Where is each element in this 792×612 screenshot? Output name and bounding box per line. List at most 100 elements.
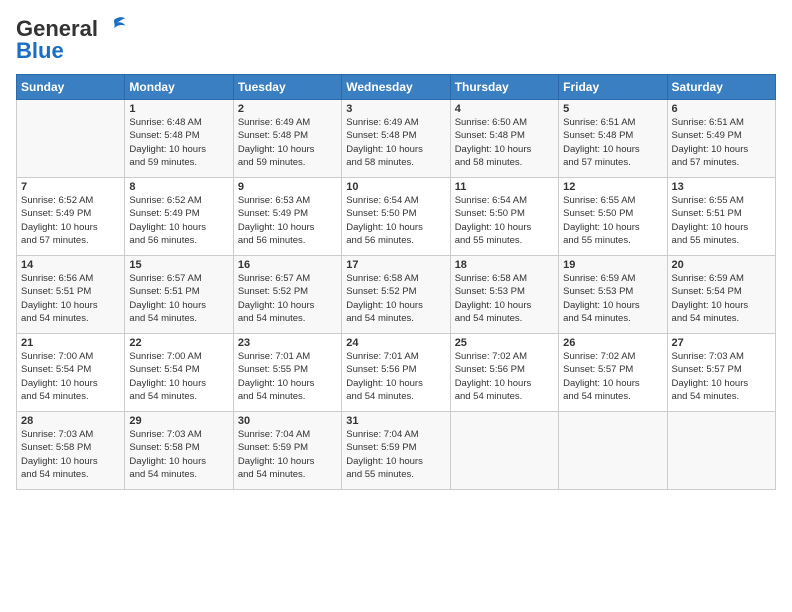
day-info: Sunrise: 7:03 AM Sunset: 5:58 PM Dayligh…	[21, 428, 120, 481]
day-number: 21	[21, 337, 120, 349]
day-cell: 22Sunrise: 7:00 AM Sunset: 5:54 PM Dayli…	[125, 334, 233, 412]
day-number: 6	[672, 103, 771, 115]
day-info: Sunrise: 7:04 AM Sunset: 5:59 PM Dayligh…	[238, 428, 337, 481]
day-info: Sunrise: 6:48 AM Sunset: 5:48 PM Dayligh…	[129, 116, 228, 169]
calendar-table: SundayMondayTuesdayWednesdayThursdayFrid…	[16, 74, 776, 490]
day-info: Sunrise: 6:59 AM Sunset: 5:53 PM Dayligh…	[563, 272, 662, 325]
day-info: Sunrise: 6:54 AM Sunset: 5:50 PM Dayligh…	[455, 194, 554, 247]
day-cell: 23Sunrise: 7:01 AM Sunset: 5:55 PM Dayli…	[233, 334, 341, 412]
day-info: Sunrise: 7:01 AM Sunset: 5:55 PM Dayligh…	[238, 350, 337, 403]
logo-bird-icon	[100, 13, 128, 41]
day-cell: 3Sunrise: 6:49 AM Sunset: 5:48 PM Daylig…	[342, 100, 450, 178]
day-cell: 28Sunrise: 7:03 AM Sunset: 5:58 PM Dayli…	[17, 412, 125, 490]
day-info: Sunrise: 6:51 AM Sunset: 5:49 PM Dayligh…	[672, 116, 771, 169]
header: General Blue	[16, 16, 776, 64]
day-info: Sunrise: 6:57 AM Sunset: 5:52 PM Dayligh…	[238, 272, 337, 325]
day-number: 28	[21, 415, 120, 427]
day-cell: 1Sunrise: 6:48 AM Sunset: 5:48 PM Daylig…	[125, 100, 233, 178]
day-number: 13	[672, 181, 771, 193]
day-info: Sunrise: 6:54 AM Sunset: 5:50 PM Dayligh…	[346, 194, 445, 247]
day-info: Sunrise: 6:58 AM Sunset: 5:53 PM Dayligh…	[455, 272, 554, 325]
day-cell: 26Sunrise: 7:02 AM Sunset: 5:57 PM Dayli…	[559, 334, 667, 412]
day-cell	[667, 412, 775, 490]
day-cell: 12Sunrise: 6:55 AM Sunset: 5:50 PM Dayli…	[559, 178, 667, 256]
day-cell: 8Sunrise: 6:52 AM Sunset: 5:49 PM Daylig…	[125, 178, 233, 256]
day-number: 29	[129, 415, 228, 427]
calendar-container: General Blue SundayMondayTuesdayWednesda…	[0, 0, 792, 612]
day-number: 27	[672, 337, 771, 349]
week-row-5: 28Sunrise: 7:03 AM Sunset: 5:58 PM Dayli…	[17, 412, 776, 490]
day-info: Sunrise: 6:59 AM Sunset: 5:54 PM Dayligh…	[672, 272, 771, 325]
day-number: 23	[238, 337, 337, 349]
day-number: 11	[455, 181, 554, 193]
day-number: 1	[129, 103, 228, 115]
day-cell: 13Sunrise: 6:55 AM Sunset: 5:51 PM Dayli…	[667, 178, 775, 256]
col-header-tuesday: Tuesday	[233, 75, 341, 100]
day-cell: 29Sunrise: 7:03 AM Sunset: 5:58 PM Dayli…	[125, 412, 233, 490]
day-cell: 20Sunrise: 6:59 AM Sunset: 5:54 PM Dayli…	[667, 256, 775, 334]
day-info: Sunrise: 7:00 AM Sunset: 5:54 PM Dayligh…	[21, 350, 120, 403]
day-cell	[450, 412, 558, 490]
day-cell	[559, 412, 667, 490]
day-info: Sunrise: 7:00 AM Sunset: 5:54 PM Dayligh…	[129, 350, 228, 403]
day-cell: 7Sunrise: 6:52 AM Sunset: 5:49 PM Daylig…	[17, 178, 125, 256]
day-number: 22	[129, 337, 228, 349]
day-cell	[17, 100, 125, 178]
col-header-wednesday: Wednesday	[342, 75, 450, 100]
day-cell: 5Sunrise: 6:51 AM Sunset: 5:48 PM Daylig…	[559, 100, 667, 178]
day-cell: 10Sunrise: 6:54 AM Sunset: 5:50 PM Dayli…	[342, 178, 450, 256]
day-info: Sunrise: 7:03 AM Sunset: 5:57 PM Dayligh…	[672, 350, 771, 403]
day-number: 20	[672, 259, 771, 271]
day-info: Sunrise: 6:52 AM Sunset: 5:49 PM Dayligh…	[129, 194, 228, 247]
day-number: 14	[21, 259, 120, 271]
day-number: 7	[21, 181, 120, 193]
day-number: 17	[346, 259, 445, 271]
day-info: Sunrise: 6:58 AM Sunset: 5:52 PM Dayligh…	[346, 272, 445, 325]
day-number: 12	[563, 181, 662, 193]
col-header-friday: Friday	[559, 75, 667, 100]
day-number: 10	[346, 181, 445, 193]
day-info: Sunrise: 6:55 AM Sunset: 5:51 PM Dayligh…	[672, 194, 771, 247]
col-header-thursday: Thursday	[450, 75, 558, 100]
day-info: Sunrise: 7:02 AM Sunset: 5:57 PM Dayligh…	[563, 350, 662, 403]
day-cell: 27Sunrise: 7:03 AM Sunset: 5:57 PM Dayli…	[667, 334, 775, 412]
day-info: Sunrise: 6:49 AM Sunset: 5:48 PM Dayligh…	[346, 116, 445, 169]
day-number: 2	[238, 103, 337, 115]
col-header-sunday: Sunday	[17, 75, 125, 100]
day-number: 19	[563, 259, 662, 271]
day-info: Sunrise: 7:02 AM Sunset: 5:56 PM Dayligh…	[455, 350, 554, 403]
day-cell: 17Sunrise: 6:58 AM Sunset: 5:52 PM Dayli…	[342, 256, 450, 334]
day-cell: 19Sunrise: 6:59 AM Sunset: 5:53 PM Dayli…	[559, 256, 667, 334]
day-info: Sunrise: 6:49 AM Sunset: 5:48 PM Dayligh…	[238, 116, 337, 169]
day-info: Sunrise: 7:01 AM Sunset: 5:56 PM Dayligh…	[346, 350, 445, 403]
day-cell: 31Sunrise: 7:04 AM Sunset: 5:59 PM Dayli…	[342, 412, 450, 490]
day-cell: 18Sunrise: 6:58 AM Sunset: 5:53 PM Dayli…	[450, 256, 558, 334]
day-info: Sunrise: 6:52 AM Sunset: 5:49 PM Dayligh…	[21, 194, 120, 247]
header-row: SundayMondayTuesdayWednesdayThursdayFrid…	[17, 75, 776, 100]
week-row-2: 7Sunrise: 6:52 AM Sunset: 5:49 PM Daylig…	[17, 178, 776, 256]
day-info: Sunrise: 6:55 AM Sunset: 5:50 PM Dayligh…	[563, 194, 662, 247]
day-number: 31	[346, 415, 445, 427]
week-row-3: 14Sunrise: 6:56 AM Sunset: 5:51 PM Dayli…	[17, 256, 776, 334]
day-number: 18	[455, 259, 554, 271]
day-cell: 11Sunrise: 6:54 AM Sunset: 5:50 PM Dayli…	[450, 178, 558, 256]
day-cell: 14Sunrise: 6:56 AM Sunset: 5:51 PM Dayli…	[17, 256, 125, 334]
logo: General Blue	[16, 16, 128, 64]
day-cell: 25Sunrise: 7:02 AM Sunset: 5:56 PM Dayli…	[450, 334, 558, 412]
day-number: 25	[455, 337, 554, 349]
day-cell: 4Sunrise: 6:50 AM Sunset: 5:48 PM Daylig…	[450, 100, 558, 178]
day-number: 8	[129, 181, 228, 193]
day-number: 3	[346, 103, 445, 115]
day-number: 26	[563, 337, 662, 349]
day-cell: 2Sunrise: 6:49 AM Sunset: 5:48 PM Daylig…	[233, 100, 341, 178]
week-row-4: 21Sunrise: 7:00 AM Sunset: 5:54 PM Dayli…	[17, 334, 776, 412]
day-cell: 21Sunrise: 7:00 AM Sunset: 5:54 PM Dayli…	[17, 334, 125, 412]
day-number: 4	[455, 103, 554, 115]
day-info: Sunrise: 6:56 AM Sunset: 5:51 PM Dayligh…	[21, 272, 120, 325]
day-info: Sunrise: 6:57 AM Sunset: 5:51 PM Dayligh…	[129, 272, 228, 325]
day-number: 5	[563, 103, 662, 115]
col-header-monday: Monday	[125, 75, 233, 100]
day-info: Sunrise: 6:51 AM Sunset: 5:48 PM Dayligh…	[563, 116, 662, 169]
day-cell: 24Sunrise: 7:01 AM Sunset: 5:56 PM Dayli…	[342, 334, 450, 412]
week-row-1: 1Sunrise: 6:48 AM Sunset: 5:48 PM Daylig…	[17, 100, 776, 178]
